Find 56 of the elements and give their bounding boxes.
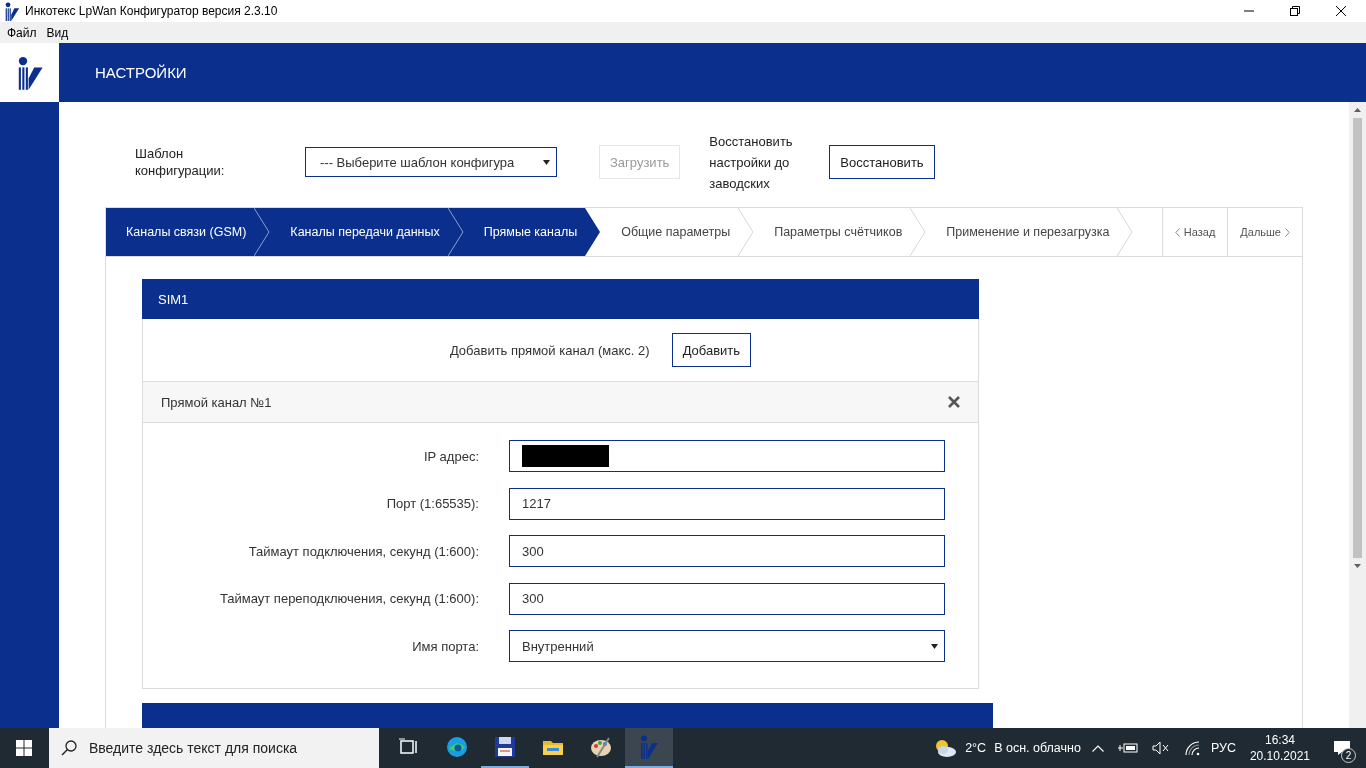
page-title: НАСТРОЙКИ [95, 64, 187, 81]
battery-icon [1117, 742, 1138, 754]
notification-count: 2 [1341, 748, 1356, 763]
weather-description: В осн. облачно [994, 741, 1081, 755]
field-label: Таймаут переподключения, секунд (1:600): [218, 591, 479, 606]
caret-icon [543, 159, 550, 165]
menu-item[interactable]: Файл [2, 25, 42, 40]
search-field[interactable]: Введите здесь текст для поиска [49, 728, 379, 768]
template-dropdown[interactable]: --- Выберите шаблон конфигура [305, 147, 557, 177]
close-icon[interactable] [948, 396, 960, 408]
start-icon[interactable] [16, 740, 32, 756]
step-tab[interactable]: Параметры счётчиков [754, 208, 911, 256]
browser-icon[interactable] [445, 735, 469, 759]
chevron-up-icon [1091, 744, 1104, 752]
field-label: Имя порта: [411, 638, 479, 654]
wifi-icon [1183, 740, 1200, 756]
step-tab[interactable]: Каналы передачи данных [270, 208, 448, 256]
step-tab[interactable]: Применение и перезагрузка [926, 208, 1118, 256]
input-field[interactable]: 300 [509, 582, 945, 615]
port-name-dropdown[interactable]: Внутренний [509, 630, 945, 662]
input-field[interactable]: 300 [509, 535, 945, 567]
cloudy-weather-icon [933, 738, 958, 758]
scroll-up-icon [1354, 108, 1361, 112]
app-icon [4, 1, 20, 21]
field-label: Шаблон конфигурации: [135, 145, 226, 179]
scroll-thumb[interactable] [1353, 118, 1362, 558]
paint-palette-icon[interactable] [589, 735, 613, 759]
channel-title: Прямой канал №1 [161, 394, 272, 410]
section-title: SIM1 [158, 291, 189, 307]
window-title: Инкотекс LpWan Конфигуратор версия 2.3.10 [25, 4, 278, 18]
ip-address-field[interactable] [509, 440, 945, 472]
restore-label: Восстановить настройки до заводских [709, 132, 794, 193]
scrollbar[interactable] [1349, 102, 1366, 728]
clock-time: 16:34 [1264, 732, 1295, 748]
add-button[interactable]: Добавить [671, 333, 752, 367]
search-icon [61, 740, 77, 756]
field-label: Таймаут подключения, секунд (1:600): [247, 543, 479, 559]
close-icon [1336, 6, 1346, 16]
language-indicator[interactable]: РУС [1210, 741, 1236, 755]
clock-date: 20.10.2021 [1249, 748, 1310, 764]
field-label: Порт (1:65535): [385, 496, 479, 511]
maximize-icon [1290, 6, 1300, 16]
weather-temperature: 2°C [965, 741, 987, 755]
step-tab[interactable]: Общие параметры [601, 208, 739, 256]
scroll-down-icon [1354, 564, 1361, 568]
caret-icon [931, 643, 938, 649]
step-tab[interactable]: Каналы связи (GSM) [106, 208, 255, 256]
restore-button[interactable]: Восстановить [829, 145, 935, 179]
chevron-right-icon [1285, 227, 1290, 237]
menu-item[interactable]: Вид [41, 25, 74, 40]
add-label: Добавить прямой канал (макс. 2) [449, 342, 650, 358]
input-field[interactable]: 1217 [509, 487, 945, 520]
step-separator [585, 208, 602, 256]
field-label: IP адрес: [422, 448, 479, 464]
chevron-left-icon [1174, 227, 1180, 237]
speaker-muted-icon [1151, 741, 1170, 755]
